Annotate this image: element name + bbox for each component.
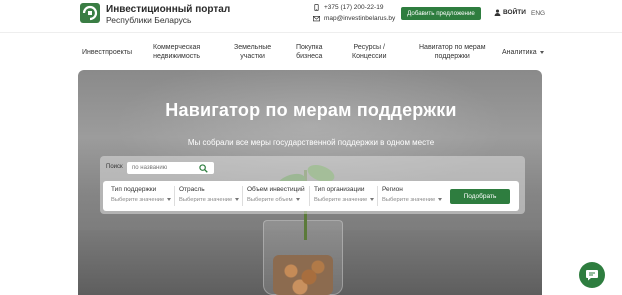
site-header: Инвестиционный портал Республики Беларус…	[0, 0, 622, 32]
chat-icon	[586, 270, 598, 281]
divider	[377, 186, 378, 206]
user-icon	[494, 9, 501, 16]
chevron-down-icon	[167, 197, 172, 201]
portal-title[interactable]: Инвестиционный портал	[106, 4, 230, 15]
filter-label: Тип поддержки	[111, 186, 157, 193]
mail-icon	[313, 16, 320, 22]
logo-icon[interactable]	[80, 3, 100, 23]
chevron-down-icon	[370, 197, 375, 201]
nav-label-line1: Навигатор по мерам	[419, 44, 486, 51]
nav-item-business-purchase[interactable]: Покупка бизнеса	[296, 43, 322, 61]
phone-number: +375 (17) 200-22-19	[324, 4, 384, 11]
divider	[174, 186, 175, 206]
chat-button[interactable]	[579, 262, 605, 288]
portal-subtitle: Республики Беларусь	[106, 15, 192, 25]
nav-item-land-plots[interactable]: Земельные участки	[234, 43, 271, 61]
nav-item-support-navigator[interactable]: Навигатор по мерам поддержки	[419, 43, 486, 61]
login-label: ВОЙТИ	[503, 9, 526, 16]
chevron-down-icon	[438, 197, 443, 201]
email-address: map@investinbelarus.by	[324, 15, 396, 22]
nav-label: Аналитика	[502, 49, 537, 56]
phone-contact[interactable]: +375 (17) 200-22-19	[313, 4, 383, 11]
coins-image	[273, 255, 333, 295]
filter-value: Выберите значение	[111, 197, 172, 203]
filter-value: Выберите значение	[382, 197, 443, 203]
nav-label-line1: Коммерческая	[153, 44, 201, 51]
nav-item-commercial-realty[interactable]: Коммерческая недвижимость	[153, 43, 200, 61]
filter-value: Выберите значение	[314, 197, 375, 203]
login-button[interactable]: ВОЙТИ	[494, 9, 526, 16]
nav-label-line1: Покупка	[296, 44, 323, 51]
chevron-down-icon	[539, 50, 544, 54]
language-switch[interactable]: ENG	[531, 10, 545, 17]
filter-value: Выберите объем	[247, 197, 305, 203]
submit-button[interactable]: Подобрать	[450, 189, 510, 204]
filter-investment-volume[interactable]: Объем инвестиций Выберите объем	[247, 186, 305, 208]
nav-item-investprojects[interactable]: Инвестпроекты	[82, 48, 132, 57]
add-offer-button[interactable]: Добавить предложение	[401, 7, 481, 20]
filter-value: Выберите значение	[179, 197, 240, 203]
filter-label: Отрасль	[179, 186, 205, 193]
nav-label-line1: Земельные	[234, 44, 272, 51]
filter-industry[interactable]: Отрасль Выберите значение	[179, 186, 240, 208]
nav-item-analytics[interactable]: Аналитика	[502, 48, 544, 57]
divider	[309, 186, 310, 206]
search-label: Поиск	[106, 164, 123, 170]
phone-icon	[314, 4, 319, 11]
chevron-down-icon	[295, 197, 300, 201]
search-icon[interactable]	[199, 164, 208, 173]
filter-organization-type[interactable]: Тип организации Выберите значение	[314, 186, 375, 208]
filter-label: Регион	[382, 186, 403, 193]
chevron-down-icon	[235, 197, 240, 201]
nav-label: Инвестпроекты	[82, 49, 132, 56]
filter-label: Тип организации	[314, 186, 365, 193]
filter-region[interactable]: Регион Выберите значение	[382, 186, 443, 208]
nav-label-line2: участки	[240, 53, 265, 60]
nav-label-line2: недвижимость	[153, 53, 201, 60]
filter-label: Объем инвестиций	[247, 186, 305, 193]
hero-title: Навигатор по мерам поддержки	[165, 100, 457, 120]
filter-support-type[interactable]: Тип поддержки Выберите значение	[111, 186, 172, 208]
nav-label-line2: Концессии	[352, 53, 387, 60]
nav-item-resources-concessions[interactable]: Ресурсы / Концессии	[352, 43, 386, 61]
nav-label-line2: бизнеса	[296, 53, 323, 60]
email-contact[interactable]: map@investinbelarus.by	[313, 15, 395, 22]
hero-subtitle: Мы собрали все меры государственной подд…	[187, 138, 435, 147]
nav-label-line2: поддержки	[434, 53, 470, 60]
nav-label-line1: Ресурсы /	[353, 44, 385, 51]
divider	[242, 186, 243, 206]
main-nav: Инвестпроекты Коммерческая недвижимость …	[0, 32, 622, 70]
